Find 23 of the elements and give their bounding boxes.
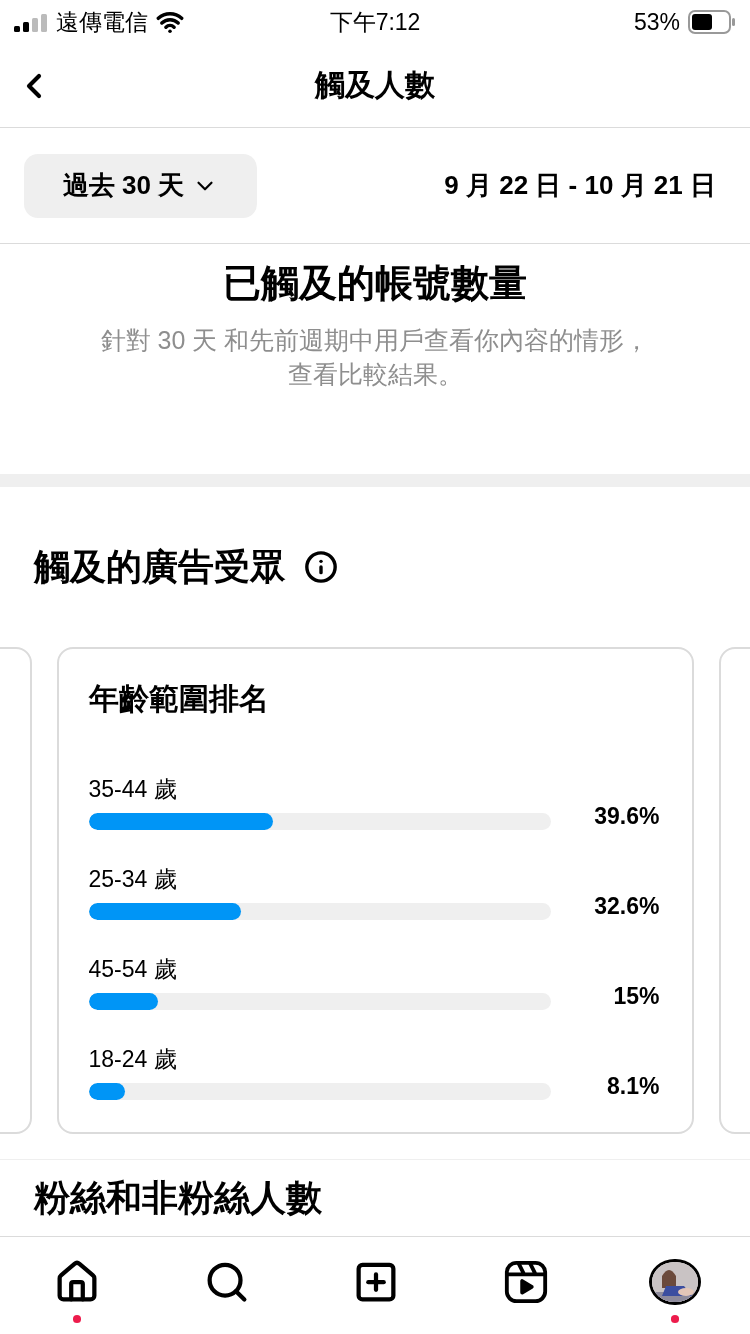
percentage: 32.6% [594,893,660,920]
card-title: 年齡範圍排名 [88,681,270,717]
percentage: 8.1% [607,1073,660,1100]
battery-level: 53% [633,8,680,36]
period-dropdown[interactable]: 過去 30 天 [24,153,257,218]
age-label: 45-54 歲 [88,955,178,984]
age-label: 25-34 歲 [88,865,178,894]
signal-icon [14,12,48,32]
percentage: 15% [613,983,660,1010]
section-title: 粉絲和非粉絲人數 [34,1176,323,1220]
reels-icon [502,1258,549,1305]
battery-icon [688,10,736,34]
age-label: 18-24 歲 [88,1045,178,1074]
carrier-name: 遠傳電信 [56,7,148,37]
section-title: 觸及的廣告受眾 [34,544,286,589]
age-label: 35-44 歲 [88,775,178,804]
percentage: 39.6% [594,803,660,830]
status-time: 下午7:12 [329,7,421,37]
section-description: 針對 30 天 和先前週期中用戶查看你內容的情形，查看比較結果。 [99,325,651,390]
info-icon[interactable] [304,550,338,584]
date-range: 9 月 22 日 - 10 月 21 日 [444,169,716,202]
section-title: 已觸及的帳號數量 [223,261,527,306]
page-title: 觸及人數 [315,67,435,103]
